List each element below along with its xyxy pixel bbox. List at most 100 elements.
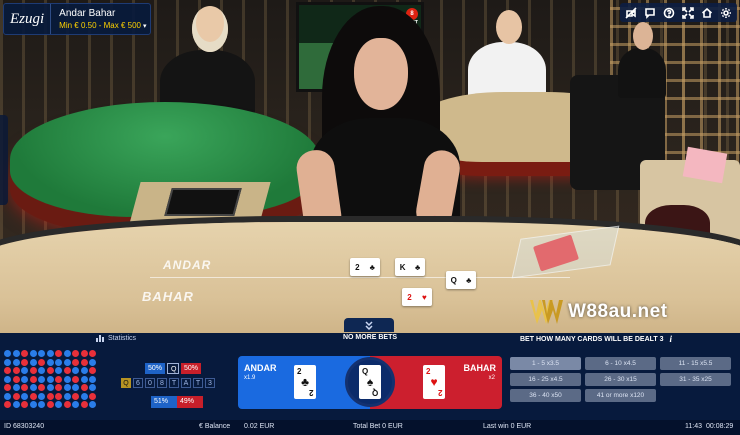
recent-jokers: Q 6 0 8 T A T 3 — [121, 378, 215, 388]
recent-joker: 6 — [133, 378, 143, 388]
bead-andar — [4, 392, 11, 400]
status-footer: ID 68303240 € Balance 0.02 EUR Total Bet… — [0, 420, 740, 435]
game-info-panel[interactable]: Ezugi Andar Bahar Min € 0.50 - Max € 500… — [3, 3, 151, 35]
bead-andar — [63, 358, 71, 366]
no-video-icon[interactable] — [624, 6, 638, 20]
bead-bahar — [38, 384, 45, 391]
bead-andar — [89, 375, 96, 383]
settings-icon[interactable] — [719, 6, 733, 20]
home-icon[interactable] — [700, 6, 714, 20]
bead-andar — [21, 375, 28, 383]
bead-andar — [4, 358, 11, 366]
bead-bahar — [46, 392, 54, 400]
bead-andar — [72, 384, 79, 391]
bead-bahar — [4, 384, 11, 391]
club-icon: ♣ — [301, 375, 309, 389]
dealer-face — [354, 38, 408, 110]
bead-bahar — [72, 358, 79, 366]
bead-andar — [46, 358, 54, 366]
bead-andar — [63, 392, 71, 400]
bead-bahar — [55, 375, 62, 383]
bead-bahar — [46, 401, 54, 408]
table-limits[interactable]: Min € 0.50 - Max € 500 ▾ — [59, 21, 146, 30]
bead-andar — [38, 401, 45, 408]
w88-logo-mark — [528, 296, 564, 328]
top-toolbar — [620, 3, 737, 22]
side-bet-option[interactable]: 31 - 35 x25 — [660, 373, 731, 386]
chat-icon[interactable] — [643, 6, 657, 20]
side-bet-option[interactable]: 1 - 5 x3.5 — [510, 357, 581, 370]
bead-andar — [80, 392, 88, 400]
card-rank: Q — [371, 388, 378, 397]
side-bet-option[interactable]: 11 - 15 x5.5 — [660, 357, 731, 370]
table-label-andar: ANDAR — [163, 258, 212, 272]
bead-andar — [38, 375, 45, 383]
bead-andar — [63, 384, 71, 391]
table-card: K ♣ — [395, 258, 425, 276]
total-bet: Total Bet 0 EUR — [353, 423, 403, 430]
ezugi-logo: Ezugi — [4, 4, 52, 34]
side-bet-option[interactable]: 36 - 40 x50 — [510, 389, 581, 402]
bead-andar — [21, 392, 28, 400]
bahar-win-ratio: 49% — [177, 396, 203, 408]
bead-andar — [55, 367, 62, 374]
game-title: Andar Bahar — [59, 8, 116, 19]
balance-value: 0.02 EUR — [244, 423, 275, 430]
side-bet-option[interactable]: 26 - 30 x15 — [585, 373, 656, 386]
bar-chart-icon — [96, 335, 104, 342]
fullscreen-icon[interactable] — [681, 6, 695, 20]
clock: 11:43 — [685, 423, 702, 430]
bead-bahar — [80, 358, 88, 366]
side-bet-option[interactable]: 6 - 10 x4.5 — [585, 357, 656, 370]
bg-woman-head — [633, 22, 653, 50]
bead-bahar — [89, 367, 96, 374]
andar-card: 2 ♣ 2 — [294, 365, 316, 399]
bead-andar — [89, 384, 96, 391]
bead-bahar — [29, 392, 37, 400]
bead-andar — [12, 401, 20, 408]
bead-bahar — [55, 392, 62, 400]
w88-watermark: W88au.net — [528, 294, 668, 330]
bead-bahar — [12, 367, 20, 374]
bead-bahar — [72, 392, 79, 400]
andar-percent: 50% — [145, 363, 166, 374]
bead-bahar — [72, 350, 79, 357]
bead-bahar — [21, 350, 28, 357]
bead-andar — [46, 350, 54, 357]
side-panel-tab[interactable] — [0, 115, 8, 205]
collapse-video-button[interactable] — [344, 318, 394, 332]
info-icon[interactable]: i — [670, 334, 673, 344]
bead-andar — [63, 375, 71, 383]
table-tablet-screen — [164, 188, 242, 216]
win-ratio-bar: 51% 49% — [151, 396, 203, 408]
table-card: Q ♣ — [446, 271, 476, 289]
bead-andar — [55, 358, 62, 366]
bead-bahar — [12, 392, 20, 400]
bead-bahar — [80, 350, 88, 357]
bead-andar — [38, 367, 45, 374]
help-icon[interactable] — [662, 6, 676, 20]
bead-andar — [38, 392, 45, 400]
side-bet-option[interactable]: 41 or more x120 — [585, 389, 656, 402]
spade-icon: ♠ — [366, 375, 374, 389]
statistics-button[interactable]: Statistics — [96, 334, 136, 342]
bead-andar — [29, 401, 37, 408]
card-rank: 2 — [437, 388, 442, 397]
round-id: ID 68303240 — [4, 423, 45, 430]
recent-joker: A — [181, 378, 191, 388]
bead-andar — [29, 358, 37, 366]
bead-bahar — [63, 401, 71, 408]
watermark-text: W88au.net — [568, 301, 668, 322]
session-timer: 00:08:29 — [706, 423, 734, 430]
heart-icon: ♥ — [430, 375, 438, 389]
side-bet-option[interactable]: 16 - 25 x4.5 — [510, 373, 581, 386]
last-win: Last win 0 EUR — [483, 423, 532, 430]
bead-andar — [46, 384, 54, 391]
bead-andar — [46, 375, 54, 383]
bead-bahar — [4, 401, 11, 408]
bead-bahar — [46, 367, 54, 374]
bead-andar — [72, 367, 79, 374]
bead-andar — [29, 350, 37, 357]
round-status: NO MORE BETS — [342, 334, 398, 341]
statistics-label: Statistics — [108, 334, 137, 342]
